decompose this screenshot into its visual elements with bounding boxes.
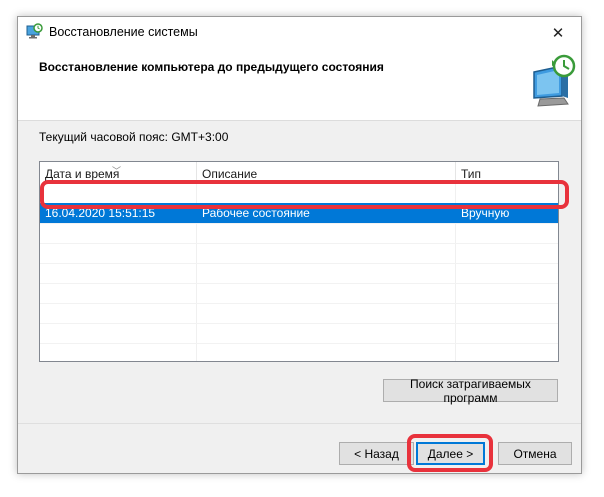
column-header-type[interactable]: Тип [456, 162, 558, 183]
grid-divider [40, 323, 558, 324]
wizard-header: Восстановление компьютера до предыдущего… [18, 48, 581, 121]
column-label-date: Дата и время [45, 167, 120, 181]
system-restore-icon [26, 23, 43, 39]
cell-date: 16.04.2020 15:51:15 [45, 206, 156, 220]
column-header-description[interactable]: Описание [197, 162, 456, 183]
sort-arrow-icon: ﹀ [112, 166, 122, 176]
close-icon: ✕ [551, 24, 565, 42]
table-row[interactable]: 16.04.2020 15:51:15 Рабочее состояние Вр… [40, 203, 558, 223]
footer-divider [18, 423, 581, 424]
grid-divider [40, 303, 558, 304]
timezone-label: Текущий часовой пояс: GMT+3:00 [39, 130, 229, 144]
grid-divider [40, 263, 558, 264]
back-button[interactable]: < Назад [339, 442, 414, 465]
cell-description: Рабочее состояние [202, 206, 310, 220]
close-button[interactable]: ✕ [535, 17, 581, 48]
grid-divider [40, 243, 558, 244]
column-header-date[interactable]: Дата и время ﹀ [40, 162, 197, 183]
grid-divider [40, 223, 558, 224]
grid-divider [40, 343, 558, 344]
window-title: Восстановление системы [49, 25, 198, 39]
system-restore-monitor-icon [533, 54, 576, 107]
list-header: Дата и время ﹀ Описание Тип [40, 162, 558, 183]
system-restore-window: Восстановление системы ✕ Восстановление … [17, 16, 582, 474]
scan-affected-programs-button[interactable]: Поиск затрагиваемых программ [383, 377, 558, 405]
cell-type: Вручную [461, 206, 510, 220]
page-heading: Восстановление компьютера до предыдущего… [39, 60, 384, 74]
title-bar: Восстановление системы ✕ [18, 17, 581, 48]
restore-points-list[interactable]: Дата и время ﹀ Описание Тип 16.04.2020 1… [39, 161, 559, 362]
grid-divider [40, 283, 558, 284]
column-label-type: Тип [461, 167, 482, 181]
next-button[interactable]: Далее > [416, 442, 485, 465]
cancel-button[interactable]: Отмена [498, 442, 572, 465]
column-label-description: Описание [202, 167, 258, 181]
